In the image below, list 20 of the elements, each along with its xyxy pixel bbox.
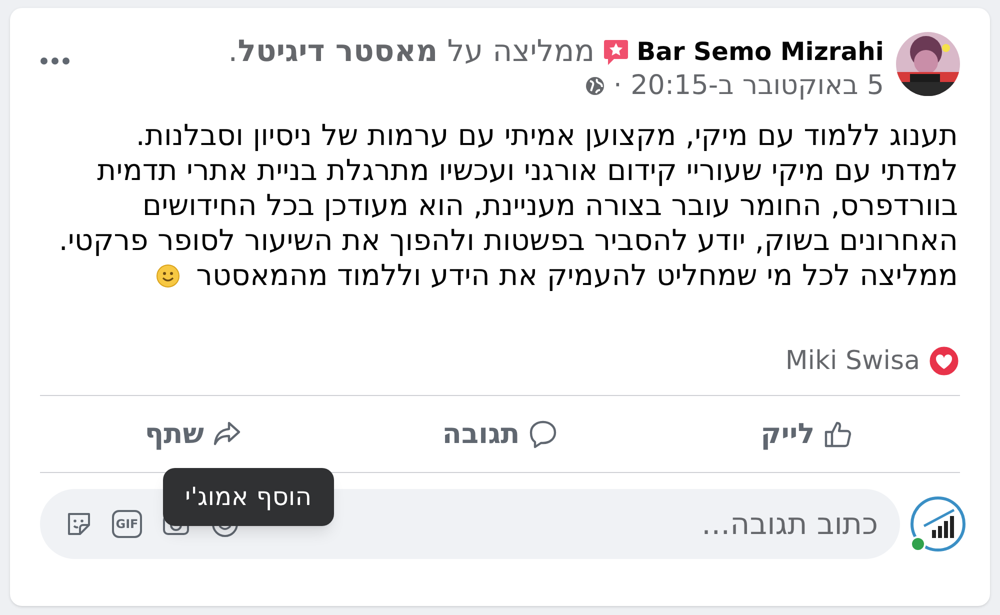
smiley-icon bbox=[156, 264, 180, 288]
globe-icon bbox=[585, 76, 606, 96]
timestamp[interactable]: 5 באוקטובר ב-20:15 · bbox=[613, 70, 884, 102]
gif-button[interactable]: GIF bbox=[112, 510, 142, 538]
post-text: ממליצה לכל מי שמחליט להעמיק את הידע וללמוד מהמאסטר bbox=[196, 258, 958, 293]
reaction-names[interactable]: Miki Swisa bbox=[785, 342, 920, 380]
like-button[interactable]: לייק bbox=[748, 409, 865, 459]
thumbs-up-icon bbox=[822, 419, 853, 449]
more-options-icon[interactable] bbox=[40, 57, 70, 65]
comment-button[interactable]: תגובה bbox=[430, 409, 570, 459]
recommendation-text: ממליצה על מאסטר דיגיטל. bbox=[228, 36, 595, 68]
share-button[interactable]: שתף bbox=[132, 409, 254, 459]
post-text: תענוג ללמוד עם מיקי, מקצוען אמיתי עם ערמות של ניסיון וסבלנות. bbox=[134, 118, 958, 153]
heart-reaction-icon bbox=[928, 345, 960, 377]
tooltip: הוסף אמוג'י bbox=[163, 468, 334, 526]
recommendation-icon bbox=[602, 38, 629, 66]
speech-bubble-icon bbox=[528, 419, 558, 449]
page-avatar-logo bbox=[910, 496, 966, 552]
author-name[interactable]: Bar Semo Mizrahi bbox=[636, 36, 884, 68]
post-text: למדתי עם מיקי שעוריי קידום אורגני ועכשיו מתרגלת בניית אתרי תדמית בוורדפרס, החומר עובר בצורה מעניינת, הוא מעודכן בכל החידושים האחרונים בשוק, יודע להסביר בפשטות ולהפוך את השיעור לסופר פרקטי. bbox=[58, 153, 958, 258]
